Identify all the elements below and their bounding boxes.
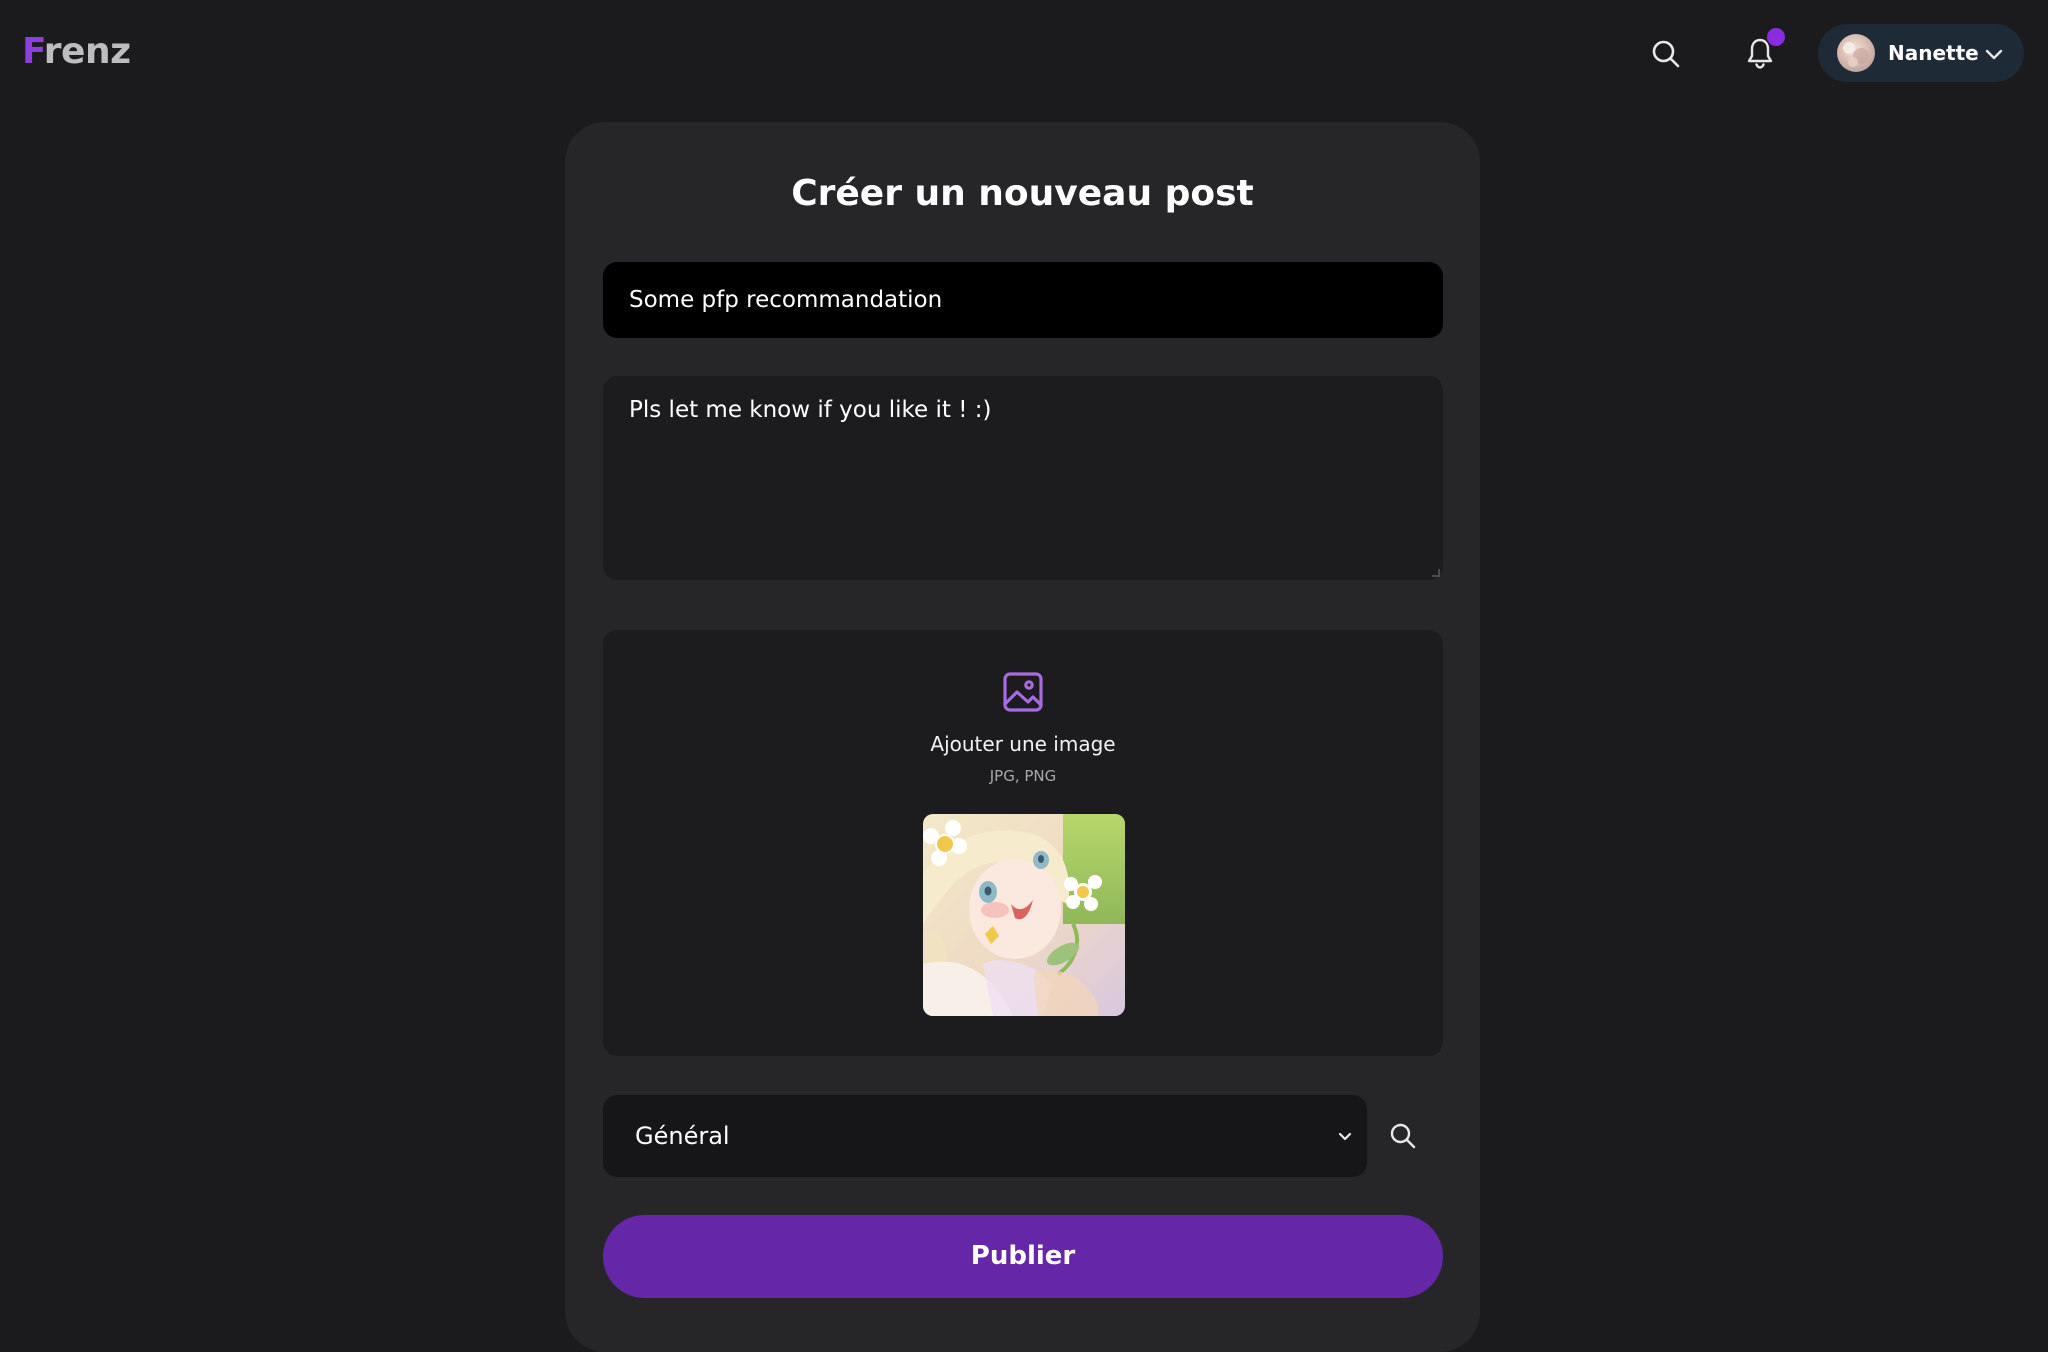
create-post-card: Créer un nouveau post Some pfp recommand… [565,122,1480,1352]
app-logo[interactable]: Frenz [22,28,131,76]
post-body-text: Pls let me know if you like it ! :) [629,397,992,423]
image-upload-dropzone[interactable]: Ajouter une image JPG, PNG [603,630,1443,1056]
resize-handle[interactable] [1432,569,1440,577]
avatar [1837,34,1875,72]
category-select[interactable]: Général [603,1095,1367,1177]
logo-initial: F [22,31,44,72]
chevron-down-icon [1985,49,2003,60]
publish-button[interactable]: Publier [603,1215,1443,1298]
post-body-textarea[interactable]: Pls let me know if you like it ! :) [603,376,1443,580]
upload-formats-hint: JPG, PNG [989,767,1057,785]
page-title: Créer un nouveau post [791,173,1254,214]
upload-label: Ajouter une image [930,732,1116,756]
chevron-down-icon [1338,1132,1352,1141]
category-search-icon[interactable] [1388,1121,1418,1151]
search-icon[interactable] [1650,38,1682,70]
notification-badge [1767,28,1785,46]
top-bar: Frenz Nanette [0,0,2048,106]
user-name: Nanette [1888,41,1979,65]
category-selected-value: Général [635,1122,730,1150]
post-title-input[interactable]: Some pfp recommandation [603,262,1443,338]
logo-rest: renz [43,31,131,72]
uploaded-image-preview[interactable] [923,814,1125,1016]
image-icon [1003,672,1043,712]
user-menu-button[interactable]: Nanette [1818,24,2024,82]
